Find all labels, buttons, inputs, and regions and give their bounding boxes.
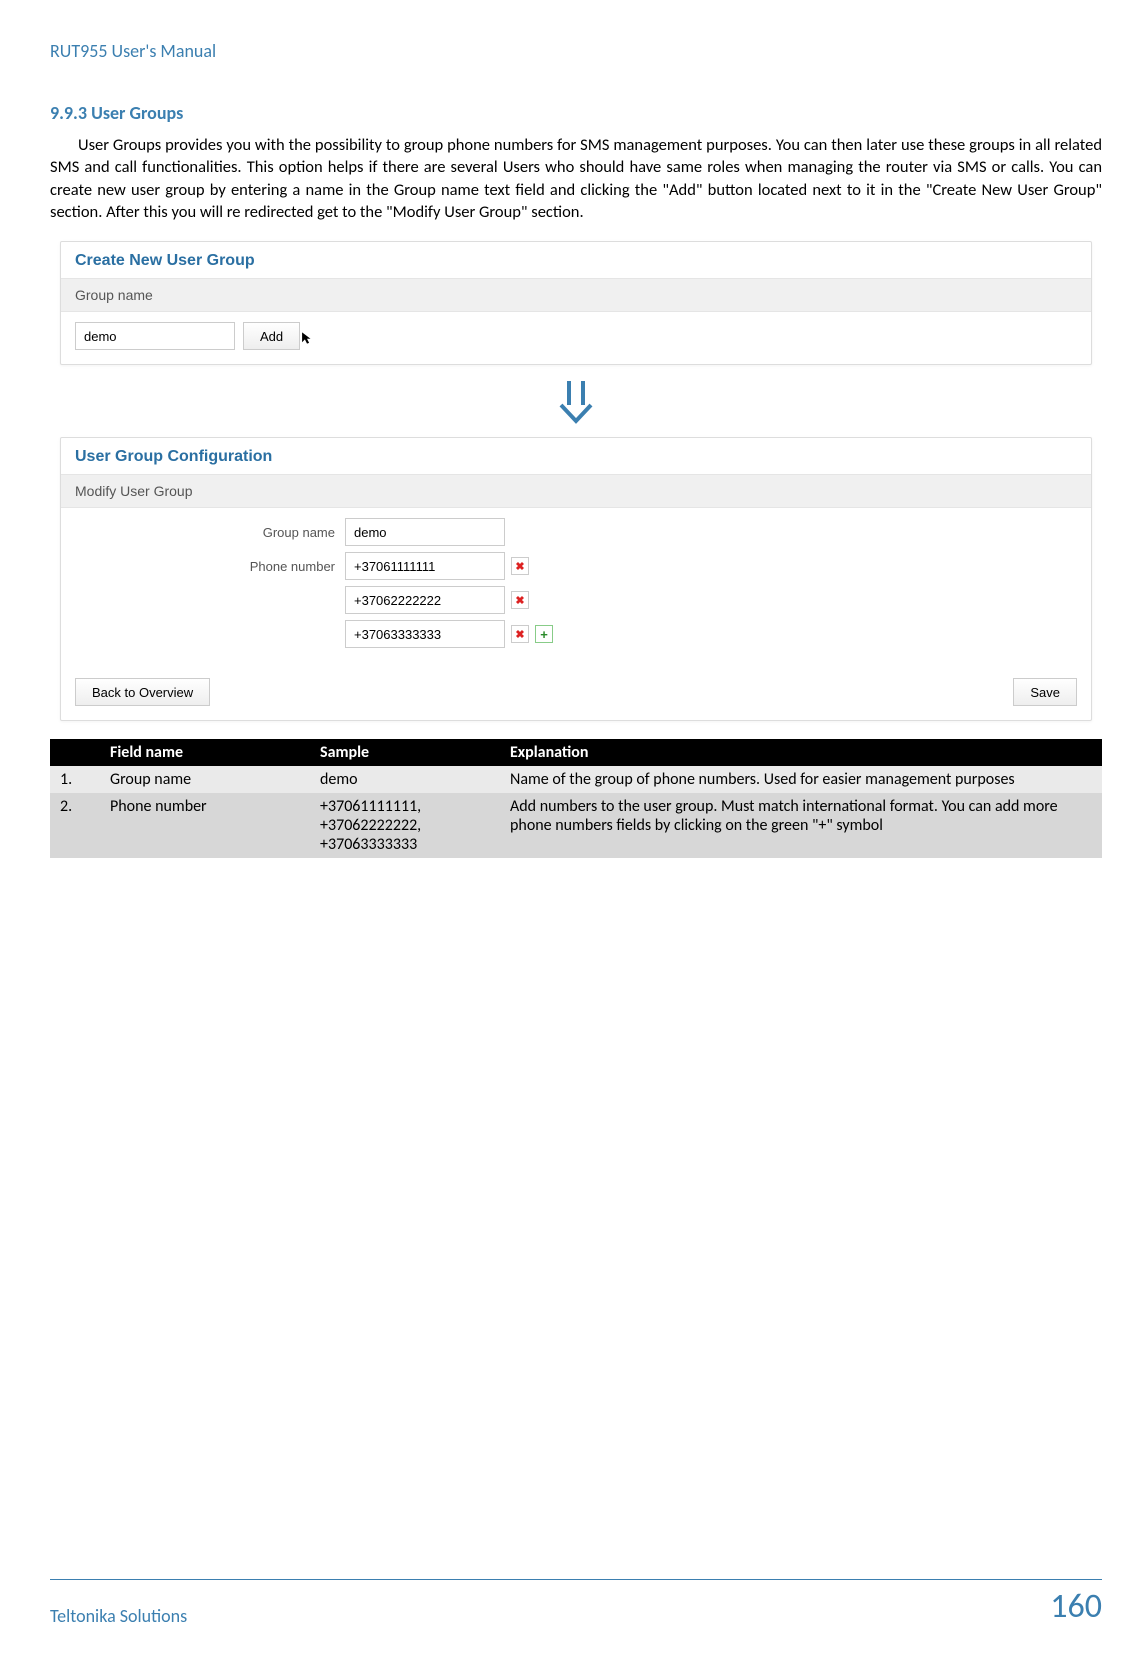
- page-number: 160: [1050, 1586, 1102, 1627]
- table-row: 1. Group name demo Name of the group of …: [50, 766, 1102, 793]
- cell-explanation: Name of the group of phone numbers. Used…: [500, 766, 1102, 793]
- th-fieldname: Field name: [100, 739, 310, 766]
- panel-title-config: User Group Configuration: [61, 438, 1091, 474]
- cell-sample: +37061111111, +37062222222, +37063333333: [310, 793, 500, 858]
- th-explanation: Explanation: [500, 739, 1102, 766]
- panel-bar-modify: Modify User Group: [61, 474, 1091, 508]
- save-button[interactable]: Save: [1013, 678, 1077, 706]
- down-arrow-icon: [50, 377, 1102, 425]
- section-title: User Groups: [91, 102, 183, 124]
- cell-explanation: Add numbers to the user group. Must matc…: [500, 793, 1102, 858]
- th-blank: [50, 739, 100, 766]
- delete-icon[interactable]: ✖: [511, 557, 529, 575]
- add-button-label: Add: [260, 329, 283, 344]
- screenshot-create-group: Create New User Group Group name Add: [60, 241, 1092, 365]
- label-group-name: Group name: [75, 525, 345, 540]
- field-group-name[interactable]: [345, 518, 505, 546]
- panel-title-create: Create New User Group: [61, 242, 1091, 278]
- back-button-label: Back to Overview: [92, 685, 193, 700]
- panel-bar-groupname: Group name: [61, 278, 1091, 312]
- page-footer: Teltonika Solutions 160: [50, 1579, 1102, 1627]
- add-button[interactable]: Add: [243, 322, 300, 350]
- section-paragraph: User Groups provides you with the possib…: [50, 134, 1102, 223]
- explanation-table: Field name Sample Explanation 1. Group n…: [50, 739, 1102, 858]
- paragraph-text: User Groups provides you with the possib…: [50, 135, 1102, 222]
- add-icon[interactable]: +: [535, 625, 553, 643]
- cell-field: Phone number: [100, 793, 310, 858]
- footer-left: Teltonika Solutions: [50, 1605, 187, 1627]
- cell-index: 2.: [50, 793, 100, 858]
- cursor-icon: [300, 331, 314, 345]
- group-name-input[interactable]: [75, 322, 235, 350]
- delete-icon[interactable]: ✖: [511, 591, 529, 609]
- back-button[interactable]: Back to Overview: [75, 678, 210, 706]
- section-number: 9.9.3: [50, 102, 87, 124]
- th-sample: Sample: [310, 739, 500, 766]
- field-phone-1[interactable]: [345, 552, 505, 580]
- screenshot-user-group-config: User Group Configuration Modify User Gro…: [60, 437, 1092, 721]
- cell-index: 1.: [50, 766, 100, 793]
- table-row: 2. Phone number +37061111111, +370622222…: [50, 793, 1102, 858]
- doc-header: RUT955 User's Manual: [50, 40, 1102, 62]
- field-phone-2[interactable]: [345, 586, 505, 614]
- delete-icon[interactable]: ✖: [511, 625, 529, 643]
- cell-sample: demo: [310, 766, 500, 793]
- section-heading: 9.9.3 User Groups: [50, 102, 1102, 124]
- save-button-label: Save: [1030, 685, 1060, 700]
- field-phone-3[interactable]: [345, 620, 505, 648]
- cell-field: Group name: [100, 766, 310, 793]
- label-phone-number: Phone number: [75, 559, 345, 574]
